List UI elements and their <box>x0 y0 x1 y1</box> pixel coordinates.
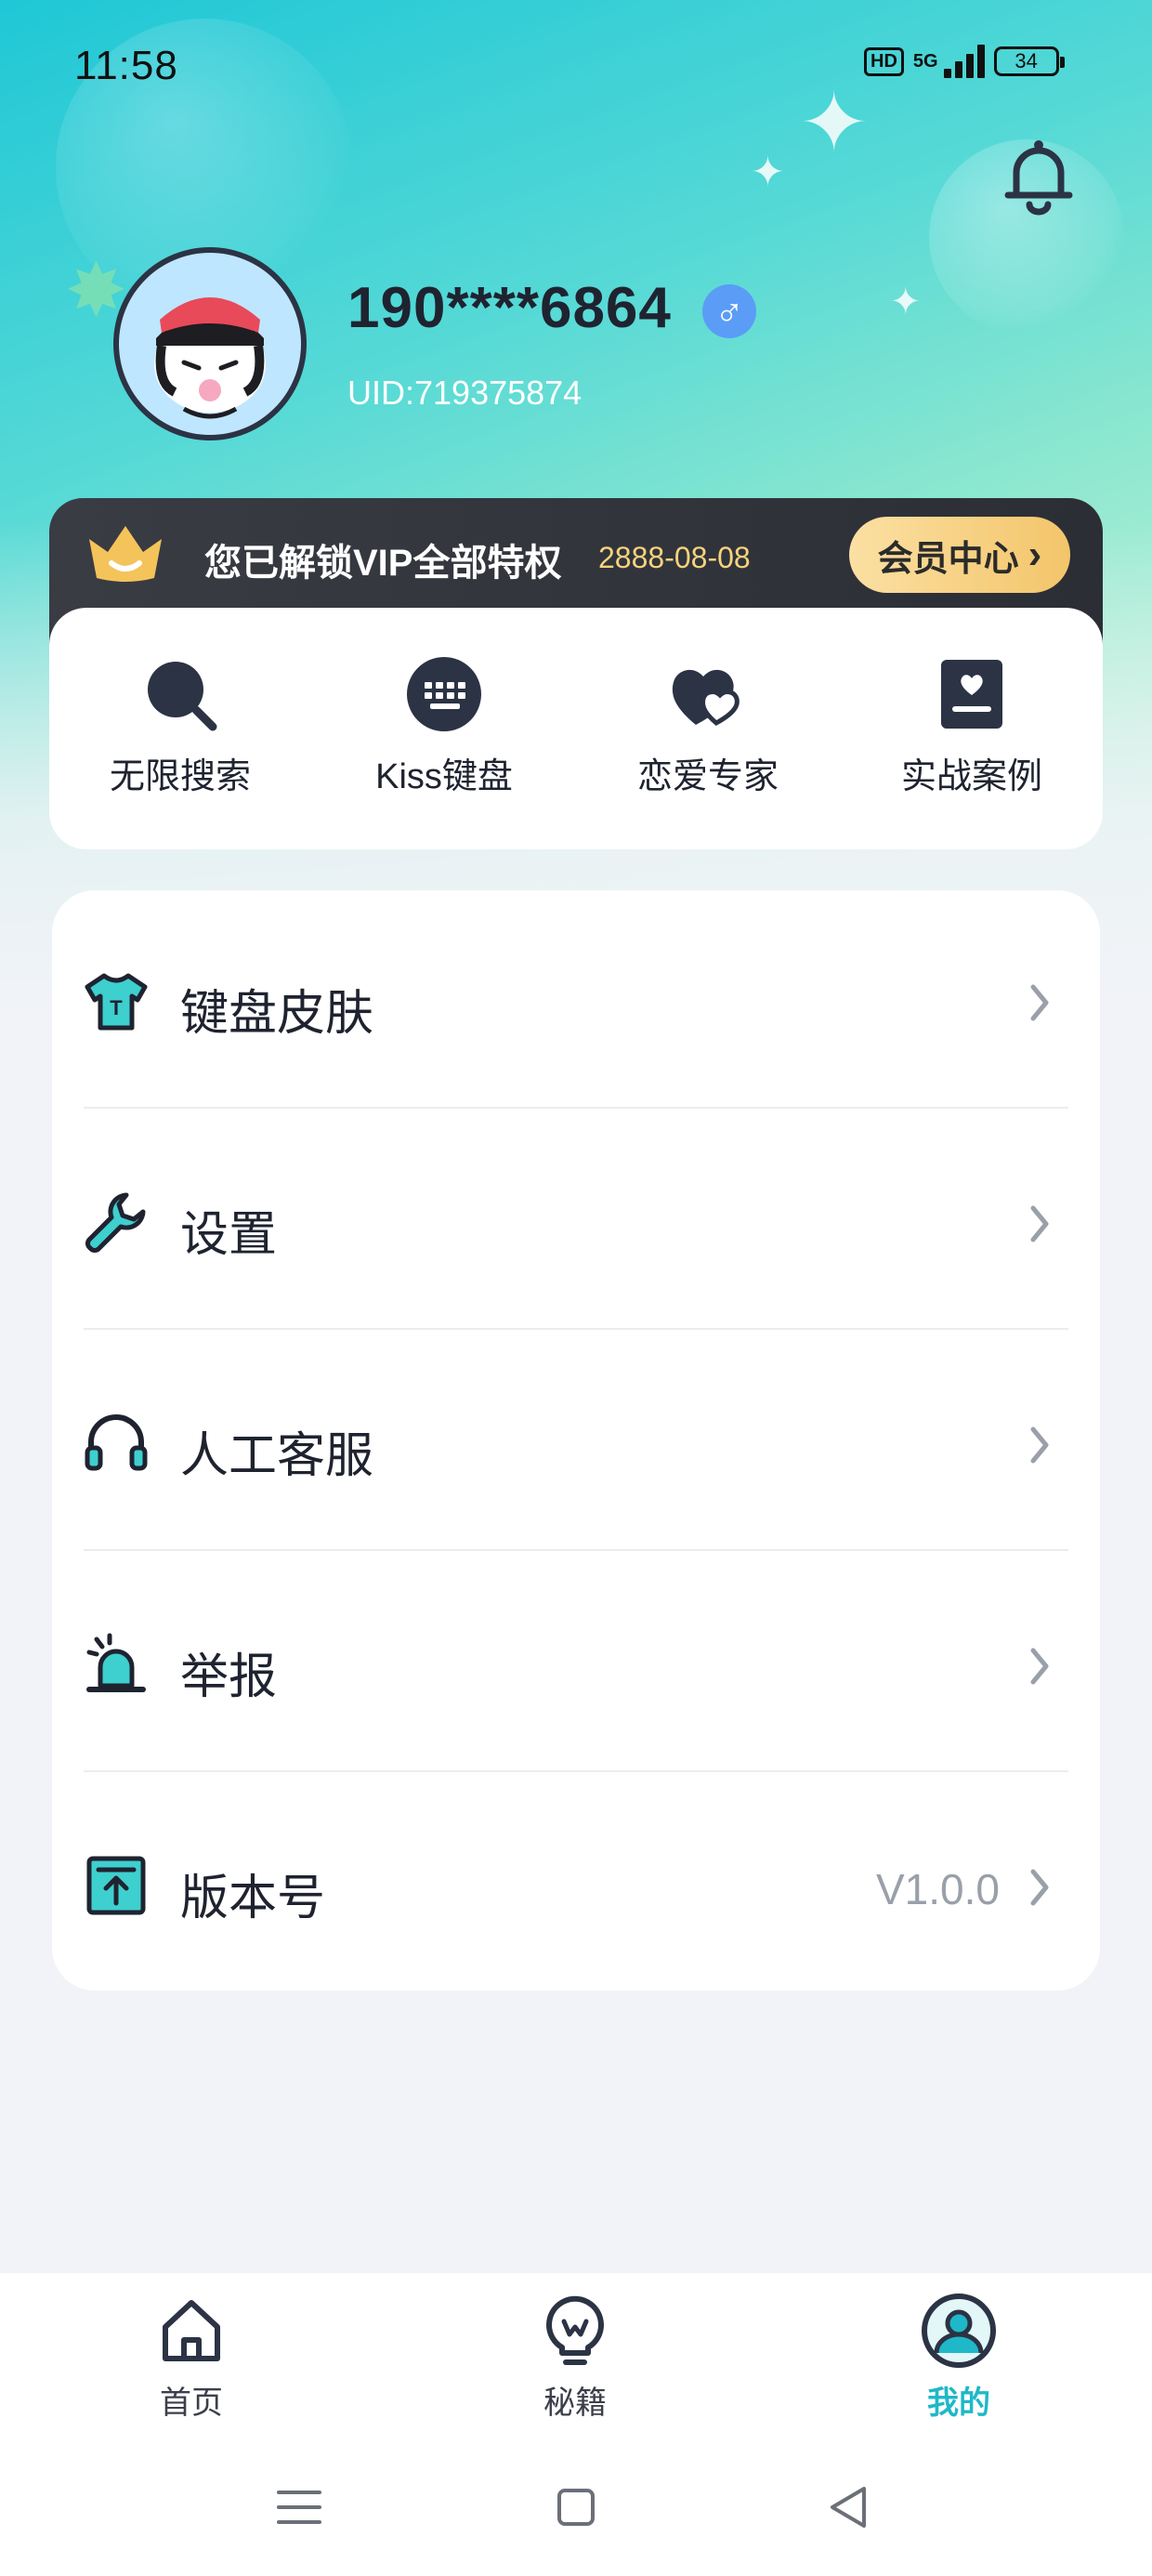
feature-label: 恋爱专家 <box>636 757 779 796</box>
sparkle-icon: ✦ <box>799 77 870 170</box>
menu-divider <box>84 1107 1068 1109</box>
menu-item-label: 设置 <box>180 1208 278 1262</box>
chevron-right-icon <box>1030 1205 1049 1242</box>
status-time: 11:58 <box>74 43 178 88</box>
avatar[interactable] <box>113 247 307 440</box>
username: 190****6864 <box>347 276 672 340</box>
chevron-right-icon <box>1030 1869 1049 1906</box>
chevron-right-icon <box>1030 984 1049 1021</box>
svg-text:T: T <box>110 996 123 1019</box>
menu-item-version[interactable]: 版本号 V1.0.0 <box>84 1775 1068 1996</box>
nav-label: 秘籍 <box>543 2385 607 2421</box>
home-square-icon[interactable] <box>548 2479 604 2535</box>
version-number: V1.0.0 <box>876 1865 1000 1913</box>
menu-item-report[interactable]: 举报 <box>84 1554 1068 1775</box>
alarm-icon <box>86 1633 146 1692</box>
chevron-right-icon <box>1030 1426 1049 1464</box>
menu-divider <box>84 1549 1068 1551</box>
feature-label: Kiss键盘 <box>375 757 513 796</box>
menu-item-label: 键盘皮肤 <box>180 987 374 1041</box>
profile-icon <box>922 2293 996 2368</box>
feature-love-expert[interactable]: 恋爱专家 <box>596 654 819 798</box>
lightbulb-icon <box>546 2295 604 2365</box>
menu-item-settings[interactable]: 设置 <box>84 1111 1068 1333</box>
menu-lines-icon[interactable] <box>271 2479 327 2535</box>
menu-item-label: 人工客服 <box>180 1429 374 1483</box>
crown-icon <box>89 526 162 582</box>
menu-item-label: 版本号 <box>180 1872 326 1925</box>
nav-home[interactable]: 首页 <box>98 2292 284 2423</box>
feature-practical-cases[interactable]: 实战案例 <box>860 654 1083 798</box>
member-center-button[interactable]: 会员中心 › <box>849 517 1070 593</box>
hd-badge: HD <box>864 46 904 76</box>
search-icon <box>148 662 217 731</box>
nav-tips[interactable]: 秘籍 <box>482 2292 668 2423</box>
chevron-right-icon: › <box>1028 532 1042 577</box>
sparkle-icon: ✦ <box>751 150 785 195</box>
tshirt-icon: T <box>85 973 148 1031</box>
vip-expiry-date: 2888-08-08 <box>598 541 751 574</box>
battery-icon: 34 <box>993 46 1065 76</box>
sparkle-icon: ✦ <box>890 282 922 322</box>
menu-divider <box>84 1770 1068 1772</box>
headset-icon <box>85 1414 148 1471</box>
version-icon <box>86 1856 146 1915</box>
wrench-icon <box>85 1192 146 1253</box>
feature-kiss-keyboard[interactable]: Kiss键盘 <box>333 654 556 798</box>
status-icons: HD 5G 34 <box>864 45 1065 78</box>
vip-status-text: 您已解锁VIP全部特权 <box>204 543 562 584</box>
back-triangle-icon[interactable] <box>821 2479 877 2535</box>
nav-label: 我的 <box>927 2385 990 2421</box>
male-gender-icon: ♂ <box>702 284 756 338</box>
member-center-label: 会员中心 <box>877 539 1019 579</box>
home-icon <box>163 2300 220 2361</box>
menu-item-customer-service[interactable]: 人工客服 <box>84 1333 1068 1554</box>
menu-divider <box>84 1328 1068 1330</box>
bell-icon[interactable] <box>1003 138 1074 216</box>
hearts-icon <box>672 669 740 727</box>
case-book-icon <box>941 660 1002 729</box>
network-type: 5G <box>912 50 938 72</box>
chevron-right-icon <box>1030 1648 1049 1685</box>
nav-label: 首页 <box>160 2385 223 2421</box>
nav-mine[interactable]: 我的 <box>866 2292 1052 2423</box>
feature-label: 实战案例 <box>900 757 1042 796</box>
signal-icon <box>943 45 985 78</box>
menu-item-label: 举报 <box>180 1650 278 1704</box>
menu-item-keyboard-skin[interactable]: T 键盘皮肤 <box>84 890 1068 1111</box>
feature-label: 无限搜索 <box>109 757 251 796</box>
keyboard-icon <box>407 657 481 731</box>
feature-unlimited-search[interactable]: 无限搜索 <box>69 654 292 798</box>
user-id: UID:719375874 <box>347 374 583 412</box>
